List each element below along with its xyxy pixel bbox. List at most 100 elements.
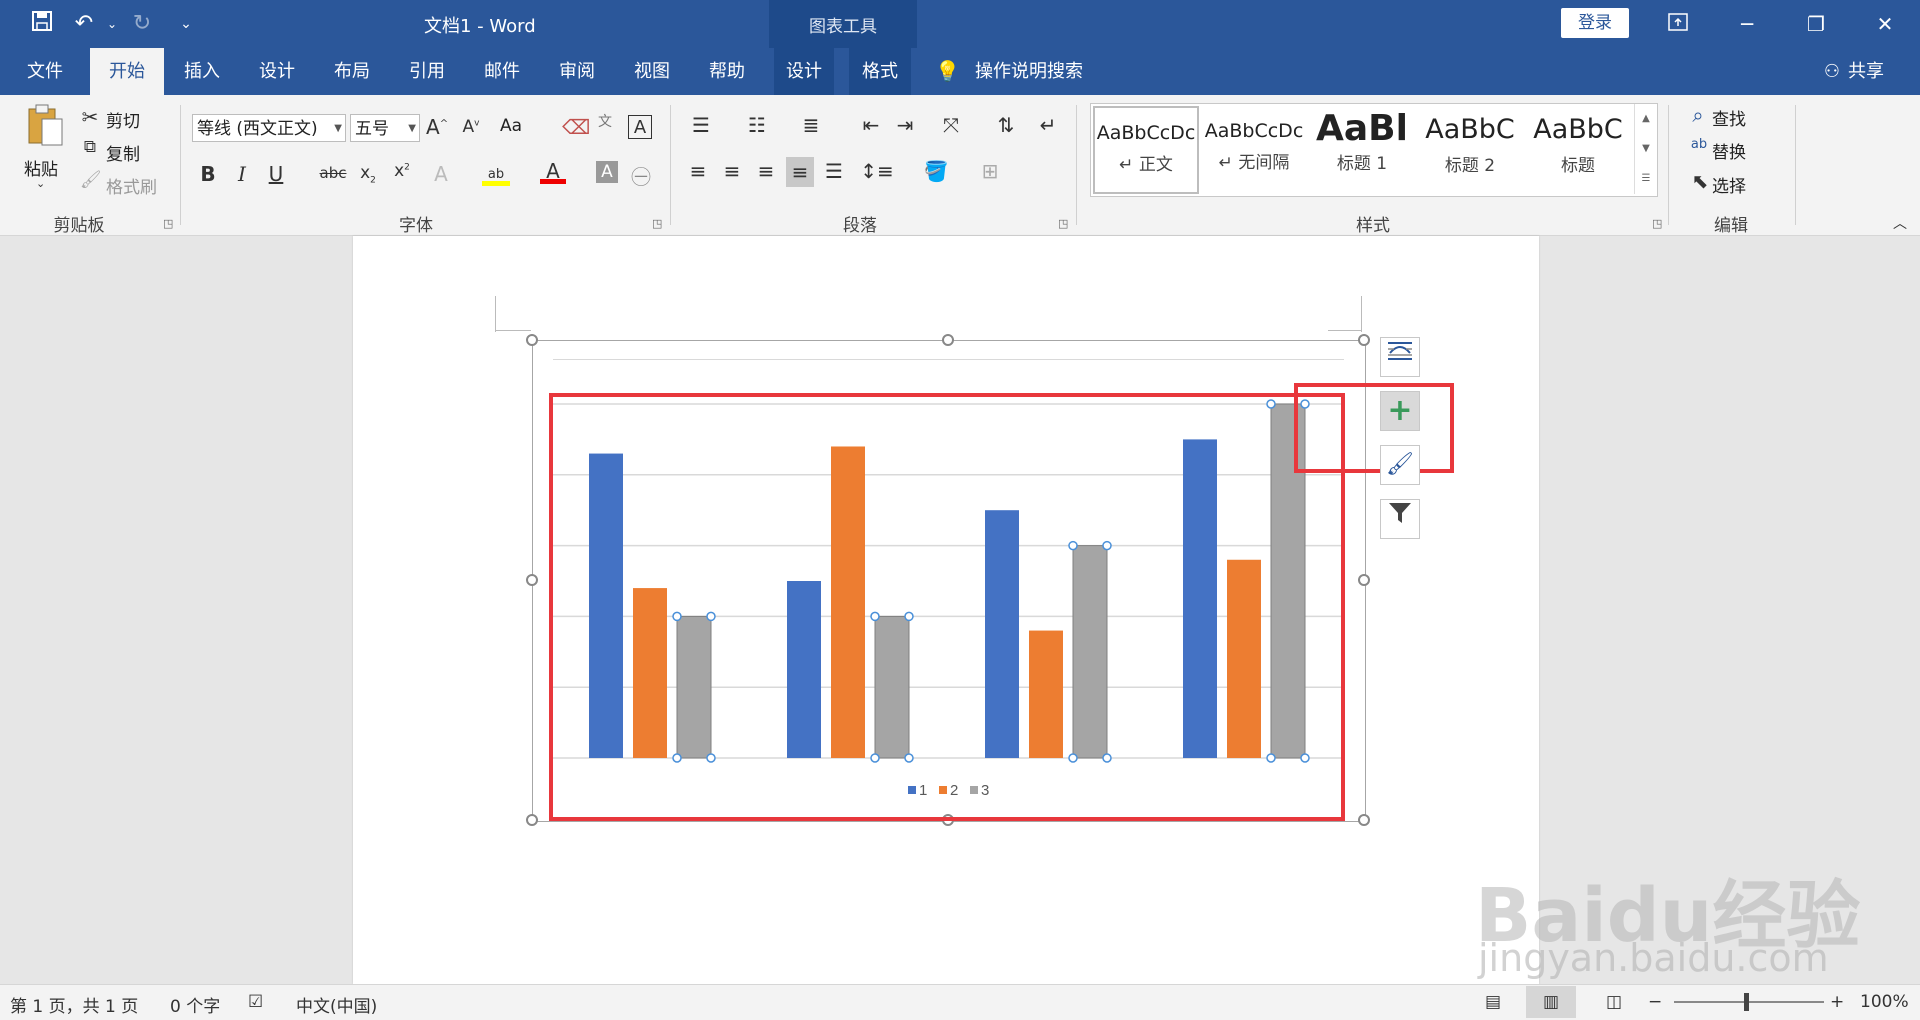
change-case-button[interactable]: Aa xyxy=(500,116,522,136)
paste-clipboard-icon[interactable] xyxy=(22,103,66,149)
grow-font-icon[interactable]: A^ xyxy=(426,115,448,139)
share-button[interactable]: 共享 xyxy=(1848,48,1888,95)
phonetic-guide-icon[interactable]: 文 xyxy=(594,111,616,131)
redo-icon[interactable]: ↻ xyxy=(128,10,156,38)
format-painter-label[interactable]: 格式刷 xyxy=(106,173,157,198)
zoom-level[interactable]: 100% xyxy=(1860,992,1909,1012)
zoom-in-icon[interactable]: + xyxy=(1830,992,1844,1012)
bold-icon[interactable]: B xyxy=(198,162,218,186)
cut-label[interactable]: 剪切 xyxy=(106,107,140,132)
web-layout-icon[interactable]: ◫ xyxy=(1606,992,1622,1012)
save-icon[interactable] xyxy=(28,10,56,38)
read-mode-icon[interactable]: ▤ xyxy=(1485,992,1501,1012)
customize-qat-icon[interactable]: ⌄ xyxy=(172,10,200,38)
proofing-icon[interactable]: ☑ xyxy=(248,992,263,1012)
resize-handle[interactable] xyxy=(526,814,538,826)
decrease-indent-icon[interactable]: ⇤ xyxy=(858,113,884,137)
underline-icon[interactable]: U xyxy=(266,162,286,186)
zoom-slider-track[interactable] xyxy=(1674,1001,1824,1003)
resize-handle[interactable] xyxy=(526,334,538,346)
scroll-down-icon[interactable]: ▼ xyxy=(1635,134,1657,164)
tab-layout[interactable]: 布局 xyxy=(322,48,382,95)
chart-styles-button[interactable]: 🖌 xyxy=(1380,445,1420,485)
style-heading-1[interactable]: AaBl 标题 1 xyxy=(1309,106,1415,194)
minimize-icon[interactable]: ─ xyxy=(1724,8,1770,40)
styles-scroll[interactable]: ▲ ▼ ☰ xyxy=(1634,104,1657,194)
tab-review[interactable]: 审阅 xyxy=(547,48,607,95)
format-painter-icon[interactable]: 🖌 xyxy=(80,170,102,190)
align-right-icon[interactable]: ≡ xyxy=(754,159,778,183)
undo-icon[interactable]: ↶ xyxy=(70,10,98,38)
style-heading-2[interactable]: AaBbC 标题 2 xyxy=(1417,106,1523,194)
align-left-icon[interactable]: ≡ xyxy=(686,159,710,183)
style-title[interactable]: AaBbC 标题 xyxy=(1525,106,1631,194)
layout-options-button[interactable] xyxy=(1380,337,1420,377)
font-size-combo[interactable]: 五号 ▼ xyxy=(350,114,420,142)
font-color-icon[interactable]: A xyxy=(540,159,566,184)
tab-references[interactable]: 引用 xyxy=(397,48,457,95)
show-marks-icon[interactable]: ↵ xyxy=(1036,113,1060,137)
distributed-icon[interactable]: ☰ xyxy=(822,159,846,183)
tab-file[interactable]: 文件 xyxy=(14,48,76,95)
align-center-icon[interactable]: ≡ xyxy=(720,159,744,183)
more-styles-icon[interactable]: ☰ xyxy=(1635,164,1657,194)
clipboard-launcher-icon[interactable]: ◳ xyxy=(163,217,173,230)
multilevel-list-icon[interactable]: ≣ xyxy=(796,113,826,137)
style-no-spacing[interactable]: AaBbCcDc ↵ 无间隔 xyxy=(1201,106,1307,194)
resize-handle[interactable] xyxy=(1358,334,1370,346)
font-launcher-icon[interactable]: ◳ xyxy=(652,217,662,230)
strikethrough-icon[interactable]: abc xyxy=(318,164,348,182)
find-magnifier-icon[interactable]: ⌕ xyxy=(1688,103,1708,127)
superscript-icon[interactable]: x2 xyxy=(390,161,414,181)
character-border-icon[interactable]: A xyxy=(628,115,652,139)
restore-icon[interactable]: ❐ xyxy=(1793,8,1839,40)
borders-icon[interactable]: ⊞ xyxy=(976,159,1004,183)
tab-insert[interactable]: 插入 xyxy=(172,48,232,95)
font-name-combo[interactable]: 等线 (西文正文) ▼ xyxy=(192,114,346,142)
italic-icon[interactable]: I xyxy=(232,162,252,186)
paragraph-launcher-icon[interactable]: ◳ xyxy=(1058,217,1068,230)
ribbon-display-options-icon[interactable] xyxy=(1655,8,1701,40)
zoom-out-icon[interactable]: − xyxy=(1648,992,1662,1012)
zoom-slider-thumb[interactable] xyxy=(1744,993,1749,1011)
tab-mailings[interactable]: 邮件 xyxy=(472,48,532,95)
select-cursor-icon[interactable]: ⬉ xyxy=(1690,169,1710,193)
shrink-font-icon[interactable]: Av xyxy=(460,117,482,137)
collapse-ribbon-icon[interactable]: ︿ xyxy=(1890,213,1910,233)
undo-dropdown-icon[interactable]: ⌄ xyxy=(98,10,126,38)
close-icon[interactable]: ✕ xyxy=(1862,8,1908,40)
replace-icon[interactable]: ab xyxy=(1688,137,1710,152)
select-button[interactable]: 选择 xyxy=(1712,172,1746,197)
clear-formatting-icon[interactable]: ⌫ xyxy=(562,115,590,139)
replace-button[interactable]: 替换 xyxy=(1712,138,1746,163)
tab-view[interactable]: 视图 xyxy=(622,48,682,95)
styles-launcher-icon[interactable]: ◳ xyxy=(1652,217,1662,230)
tab-design[interactable]: 设计 xyxy=(247,48,307,95)
tab-chart-format[interactable]: 格式 xyxy=(849,48,911,95)
tab-chart-design[interactable]: 设计 xyxy=(774,48,834,95)
copy-icon[interactable]: ⧉ xyxy=(80,137,100,157)
paste-dropdown-icon[interactable]: ⌄ xyxy=(36,177,45,190)
subscript-icon[interactable]: x2 xyxy=(356,163,380,185)
character-shading-icon[interactable]: A xyxy=(596,161,618,183)
chart-filters-button[interactable] xyxy=(1380,499,1420,539)
increase-indent-icon[interactable]: ⇥ xyxy=(892,113,918,137)
chart-elements-button[interactable]: + xyxy=(1380,391,1420,431)
tab-help[interactable]: 帮助 xyxy=(697,48,757,95)
shading-bucket-icon[interactable]: 🪣 xyxy=(922,159,950,183)
find-button[interactable]: 查找 xyxy=(1712,105,1746,130)
chinese-layout-icon[interactable]: ⤧ xyxy=(936,113,966,137)
language-indicator[interactable]: 中文(中国) xyxy=(296,992,377,1017)
tell-me-search[interactable]: 操作说明搜索 xyxy=(975,48,1095,95)
line-spacing-icon[interactable]: ↕≡ xyxy=(860,159,894,183)
bullets-icon[interactable]: ☰ xyxy=(686,113,716,137)
document-page[interactable]: 123 + 🖌 xyxy=(353,236,1539,984)
resize-handle[interactable] xyxy=(942,334,954,346)
word-count[interactable]: 0 个字 xyxy=(170,992,220,1017)
justify-icon[interactable]: ≡ xyxy=(786,157,814,187)
text-effects-icon[interactable]: A xyxy=(430,162,452,186)
copy-label[interactable]: 复制 xyxy=(106,140,140,165)
resize-handle[interactable] xyxy=(1358,814,1370,826)
scroll-up-icon[interactable]: ▲ xyxy=(1635,104,1657,134)
tab-home[interactable]: 开始 xyxy=(90,48,164,95)
